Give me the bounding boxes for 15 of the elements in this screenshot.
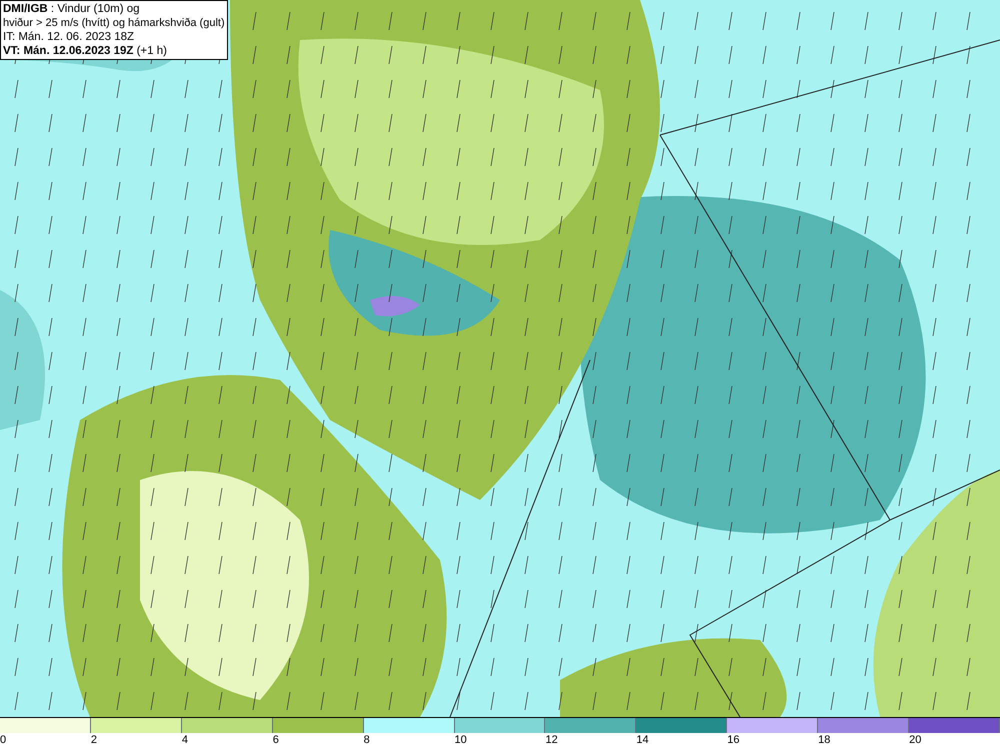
legend-tick-label: 4: [182, 733, 188, 747]
legend-tick-label: 8: [364, 733, 370, 747]
legend-tick-label: 2: [90, 733, 98, 747]
legend-tick-label: 14: [636, 733, 649, 747]
legend-tick-label: 20: [909, 733, 922, 747]
legend-tick-label: 18: [818, 733, 830, 747]
legend-tick-label: 0: [0, 733, 6, 747]
map-subtitle: hviður > 25 m/s (hvítt) og hámarkshviða (gult): [3, 16, 225, 30]
legend-tick-label: 16: [727, 733, 740, 747]
legend-tick-label: 10: [454, 733, 467, 747]
valid-time: VT: Mán. 12.06.2023 19Z (+1 h): [3, 44, 168, 58]
legend-tick-label: 6: [272, 733, 279, 747]
legend-tick-label: 12: [545, 733, 558, 747]
issue-time: IT: Mán. 12. 06. 2023 18Z: [3, 30, 136, 44]
map-title: DMI/IGB : Vindur (10m) og: [3, 2, 141, 16]
